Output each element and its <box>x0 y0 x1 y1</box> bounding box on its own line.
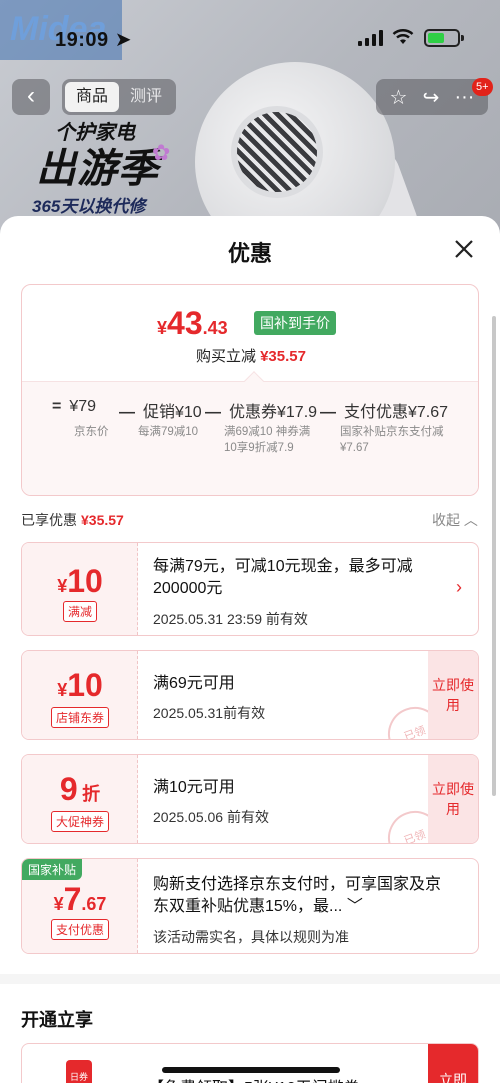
open-now-button[interactable]: 立即 <box>428 1044 478 1083</box>
breakdown-payment: — 支付优惠¥7.67 <box>320 404 449 421</box>
breakdown-note: 满69减10 神券满10享9折减7.9 <box>224 426 311 454</box>
scrollbar[interactable] <box>492 316 496 796</box>
use-now-button[interactable]: 立即使用 <box>428 651 478 739</box>
coupon-title: 满10元可用 <box>153 779 235 796</box>
back-button[interactable]: ‹ <box>12 79 50 115</box>
instant-discount: 购买立减 ¥35.57 <box>196 348 306 365</box>
section-divider <box>0 974 500 984</box>
status-time: 19:09 ➤ <box>55 29 132 51</box>
gov-subsidy-tag: 国补到手价 <box>254 311 336 335</box>
coupon-tag: 大促神券 <box>22 811 138 832</box>
chevron-down-icon[interactable]: ﹀ <box>347 898 363 915</box>
open-card-text: 【免费领取】5张¥10无门槛券 <box>148 1074 360 1083</box>
price-summary-card: ¥43.43 国补到手价 购买立减 ¥35.57 = ¥79 京东价 — 促销¥10 … <box>21 284 479 496</box>
discount-sheet: 优惠 ¥43.43 国补到手价 购买立减 ¥35.57 = ¥79 京东价 — 促销¥… <box>0 216 500 1083</box>
share-icon[interactable]: ↪ <box>423 85 440 110</box>
coupon-note: 该活动需实名，具体以规则为准 <box>153 929 349 945</box>
location-arrow-icon: ➤ <box>114 29 132 51</box>
chevron-right-icon[interactable]: › <box>456 577 462 598</box>
coupon-card-store: ¥10 店铺东券 满69元可用 2025.05.31前有效 已领 立即使用 <box>21 650 479 740</box>
status-bar: 19:09 ➤ <box>0 0 500 70</box>
flower-icon: ✿ <box>152 140 171 165</box>
collapse-toggle[interactable]: 收起 ︿ <box>432 510 478 530</box>
price-breakdown: = ¥79 京东价 — 促销¥10 每满79减10 — 优惠券¥17.9 满69减10… <box>22 381 478 495</box>
sheet-title: 优惠 <box>227 241 272 266</box>
gov-subsidy-corner: 国家补贴 <box>22 859 83 880</box>
coupon-title: 购新支付选择京东支付时，可享国家及京东双重补贴优惠15%，最... ﹀ <box>153 876 442 915</box>
tab-review[interactable]: 测评 <box>119 82 173 112</box>
promo-line-2: 出游季 <box>36 147 159 191</box>
enjoyed-discount: 已享优惠 ¥35.57 <box>21 512 124 528</box>
coupon-date: 2025.05.31 23:59 前有效 <box>153 611 308 627</box>
open-benefit-card: 日券 【免费领取】5张¥10无门槛券 立即 <box>21 1043 479 1083</box>
coupon-date: 2025.05.06 前有效 <box>153 809 269 825</box>
coupon-tag: 店铺东券 <box>22 707 138 728</box>
star-icon[interactable]: ☆ <box>390 85 408 110</box>
chevron-up-icon: ︿ <box>463 512 478 528</box>
coupon-tag: 支付优惠 <box>22 919 138 940</box>
breakdown-note: 每满79减10 <box>138 426 199 438</box>
coupon-card-mega: 9 折 大促神券 满10元可用 2025.05.06 前有效 已领 立即使用 <box>21 754 479 844</box>
home-indicator <box>162 1067 340 1073</box>
close-icon[interactable] <box>452 237 476 261</box>
promo-line-3: 365天以换代修 <box>32 197 146 216</box>
battery-icon <box>424 29 464 47</box>
open-section-title: 开通立享 <box>21 1010 93 1030</box>
coupon-tag: 满减 <box>22 601 138 622</box>
breakdown-note: 国家补贴京东支付减¥7.67 <box>340 426 444 454</box>
breakdown-jd-price: = ¥79 <box>52 398 97 415</box>
coupon-amount: ¥10 <box>57 667 103 703</box>
coupon-title: 满69元可用 <box>153 675 235 692</box>
wifi-icon <box>392 29 414 44</box>
coupon-amount: ¥7.67 <box>53 881 107 917</box>
coupon-card-payment[interactable]: 国家补贴 ¥7.67 支付优惠 购新支付选择京东支付时，可享国家及京东双重补贴优… <box>21 858 479 954</box>
coupon-amount: ¥10 <box>57 563 103 599</box>
hair-dryer-grill <box>231 106 323 198</box>
product-tabs: 商品 测评 <box>62 79 176 115</box>
coupon-title: 每满79元，可减10元现金，最多可减200000元 <box>153 558 413 597</box>
breakdown-note: 京东价 <box>74 426 109 438</box>
coupon-date: 2025.05.31前有效 <box>153 705 266 721</box>
breakdown-promotion: — 促销¥10 <box>119 404 202 421</box>
coupon-amount: 9 折 <box>59 771 101 807</box>
message-badge: 5+ <box>472 78 493 96</box>
price-top: ¥43.43 国补到手价 购买立减 ¥35.57 <box>22 285 478 381</box>
coupon-card-full-reduction[interactable]: ¥10 满减 每满79元，可减10元现金，最多可减200000元 2025.05… <box>21 542 479 636</box>
coupon-icon: 日券 <box>66 1060 92 1083</box>
breakdown-coupon: — 优惠券¥17.9 <box>205 404 318 421</box>
tab-product[interactable]: 商品 <box>65 82 119 112</box>
cell-signal-icon <box>358 30 383 46</box>
use-now-button[interactable]: 立即使用 <box>428 755 478 843</box>
final-price: ¥43.43 <box>157 305 228 341</box>
